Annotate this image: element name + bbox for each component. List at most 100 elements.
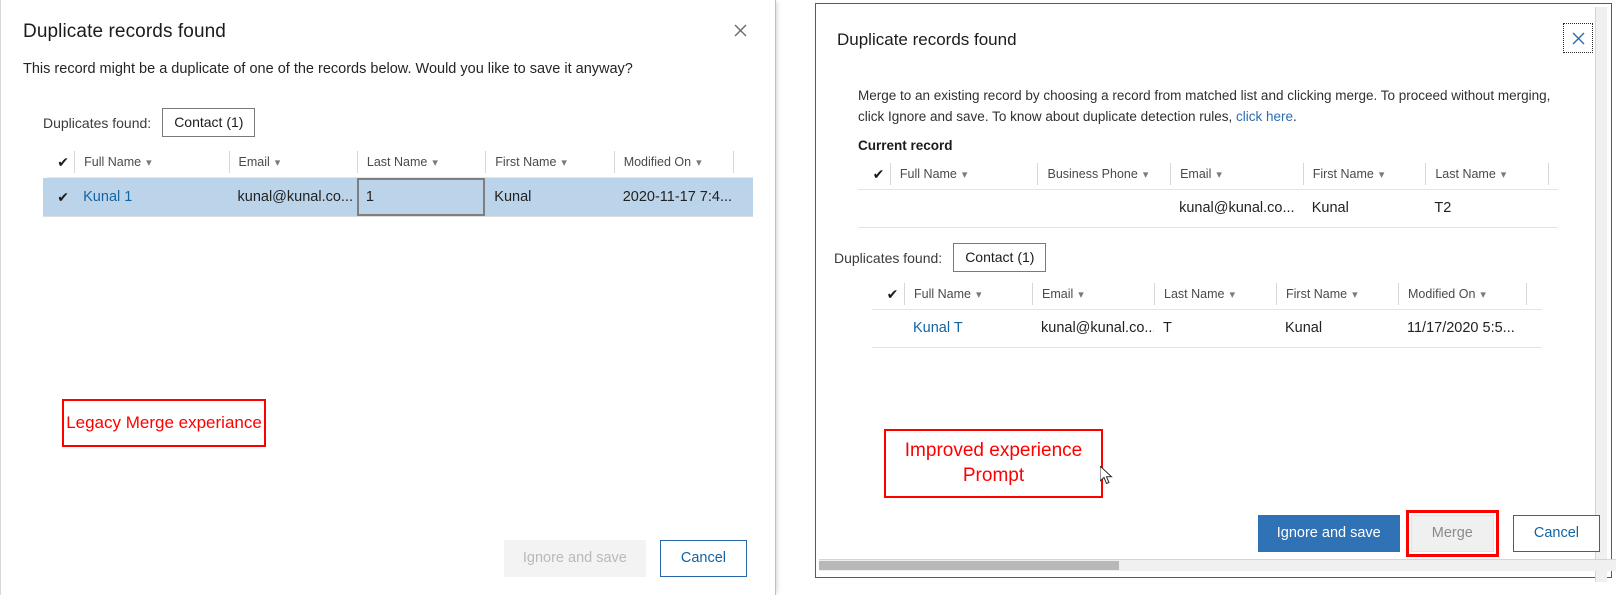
annotation-merge-highlight: Merge [1405, 509, 1499, 557]
dup-cell-modified-on: 11/17/2020 5:5... [1407, 320, 1515, 336]
current-column-business-phone-label: Business Phone [1047, 167, 1138, 181]
legacy-column-modified-on-label: Modified On [623, 155, 692, 169]
current-record-grid: ✔ Full Name ▾ Business Phone ▾ Email ▾ Firs… [858, 159, 1558, 228]
legacy-duplicate-dialog: Duplicate records found This record migh… [0, 0, 776, 595]
horizontal-scrollbar[interactable] [819, 559, 1616, 571]
dup-column-last-name-label: Last Name [1164, 287, 1225, 301]
duplicate-detection-rules-link[interactable]: click here [1236, 109, 1293, 124]
dup-column-first-name[interactable]: First Name ▾ [1276, 283, 1398, 305]
current-grid-header: ✔ Full Name ▾ Business Phone ▾ Email ▾ Firs… [858, 159, 1558, 189]
current-column-full-name[interactable]: Full Name ▾ [889, 163, 1038, 185]
table-row[interactable]: kunal@kunal.co... Kunal T2 [858, 190, 1558, 227]
current-column-email[interactable]: Email ▾ [1170, 163, 1303, 185]
dup-cell-email: kunal@kunal.co... [1041, 320, 1154, 336]
current-column-first-name-label: First Name [1312, 167, 1374, 181]
dup-column-modified-on[interactable]: Modified On ▾ [1398, 283, 1526, 305]
legacy-cell-modified-on: 2020-11-17 7:4... [622, 189, 733, 205]
improved-entity-tab-contact[interactable]: Contact (1) [953, 243, 1047, 272]
current-cell-first-name: Kunal [1311, 200, 1349, 216]
horizontal-scrollbar-thumb[interactable] [819, 561, 1119, 570]
dup-column-email-label: Email [1042, 287, 1074, 301]
legacy-duplicates-bar: Duplicates found: Contact (1) [43, 108, 256, 137]
current-column-first-name[interactable]: First Name ▾ [1302, 163, 1426, 185]
dup-cell-full-name[interactable]: Kunal T [904, 310, 1032, 347]
dup-column-full-name-label: Full Name [914, 287, 971, 301]
chevron-down-icon: ▾ [1500, 169, 1507, 181]
legacy-duplicates-label: Duplicates found: [43, 114, 152, 131]
legacy-column-full-name[interactable]: Full Name ▾ [74, 151, 228, 173]
legacy-column-email[interactable]: Email ▾ [228, 151, 357, 173]
chevron-down-icon: ▾ [696, 157, 702, 169]
close-icon[interactable] [1563, 23, 1593, 53]
improved-description-part2: . [1293, 108, 1297, 124]
improved-dialog-title: Duplicate records found [837, 30, 1017, 49]
table-row[interactable]: ✔ Kunal 1 kunal@kunal.co... 1 Kunal 2020… [43, 178, 753, 216]
improved-duplicates-grid: ✔ Full Name ▾ Email ▾ Last Name ▾ First Nam… [872, 279, 1542, 348]
chevron-down-icon: ▾ [432, 157, 438, 169]
current-cell-email: kunal@kunal.co... [1179, 200, 1295, 216]
dup-grid-bottom-rule [872, 347, 1542, 348]
improved-duplicates-label: Duplicates found: [834, 249, 943, 266]
table-row[interactable]: Kunal T kunal@kunal.co... T Kunal 11/17/… [872, 310, 1542, 347]
current-column-last-name[interactable]: Last Name ▾ [1425, 163, 1548, 185]
dup-column-email[interactable]: Email ▾ [1032, 283, 1154, 305]
legacy-cancel-button[interactable]: Cancel [659, 539, 747, 577]
annotation-legacy-merge: Legacy Merge experiance [62, 399, 266, 447]
legacy-column-last-name[interactable]: Last Name ▾ [356, 151, 485, 173]
dup-column-full-name[interactable]: Full Name ▾ [904, 283, 1032, 305]
dup-row-checkbox[interactable] [872, 310, 904, 347]
chevron-down-icon: ▾ [975, 289, 982, 301]
legacy-dialog-title: Duplicate records found [23, 21, 226, 42]
chevron-down-icon: ▾ [1216, 169, 1222, 181]
dup-select-all-checkbox[interactable]: ✔ [872, 283, 904, 305]
legacy-cell-spacer [733, 178, 753, 216]
dup-cell-last-name: T [1163, 320, 1172, 336]
legacy-column-first-name[interactable]: First Name ▾ [485, 151, 613, 173]
current-grid-bottom-rule [858, 227, 1558, 228]
chevron-down-icon: ▾ [1078, 289, 1084, 301]
legacy-cell-full-name[interactable]: Kunal 1 [74, 178, 228, 216]
legacy-dialog-footer: Ignore and save Cancel [1, 539, 775, 577]
dup-column-first-name-label: First Name [1286, 287, 1348, 301]
current-select-all-checkbox[interactable]: ✔ [858, 163, 890, 185]
dup-cell-spacer [1526, 310, 1536, 347]
legacy-select-all-checkbox[interactable]: ✔ [43, 151, 74, 173]
dup-column-modified-on-label: Modified On [1408, 287, 1476, 301]
improved-ignore-and-save-button[interactable]: Ignore and save [1257, 514, 1400, 552]
legacy-column-modified-on[interactable]: Modified On ▾ [613, 151, 734, 173]
legacy-grid-bottom-rule [43, 216, 753, 217]
improved-duplicates-bar: Duplicates found: Contact (1) [834, 243, 1047, 272]
current-cell-full-name [890, 190, 1038, 227]
legacy-row-checkbox[interactable]: ✔ [43, 178, 74, 216]
improved-merge-button[interactable]: Merge [1410, 514, 1494, 552]
close-icon[interactable] [727, 19, 753, 45]
chevron-down-icon: ▾ [1480, 289, 1486, 301]
chevron-down-icon: ▾ [1352, 289, 1358, 301]
chevron-down-icon: ▾ [1378, 169, 1385, 181]
current-column-business-phone[interactable]: Business Phone ▾ [1037, 163, 1170, 185]
legacy-grid-header: ✔ Full Name ▾ Email ▾ Last Name ▾ First Nam… [43, 147, 753, 177]
improved-cancel-button[interactable]: Cancel [1512, 514, 1600, 552]
chevron-down-icon: ▾ [146, 157, 152, 169]
legacy-column-last-name-label: Last Name [366, 155, 428, 169]
current-cell-last-name: T2 [1434, 200, 1452, 216]
current-column-full-name-label: Full Name [899, 167, 957, 181]
vertical-scrollbar[interactable] [1595, 7, 1607, 582]
legacy-cell-email: kunal@kunal.co... [237, 189, 353, 205]
dup-column-last-name[interactable]: Last Name ▾ [1154, 283, 1276, 305]
chevron-down-icon: ▾ [1142, 169, 1149, 181]
improved-description-part1: Merge to an existing record by choosing … [858, 88, 1551, 124]
chevron-down-icon: ▾ [561, 157, 567, 169]
legacy-cell-first-name: Kunal [494, 189, 532, 205]
legacy-column-full-name-label: Full Name [84, 155, 142, 169]
legacy-ignore-and-save-button[interactable]: Ignore and save [503, 539, 646, 577]
legacy-column-email-label: Email [238, 155, 270, 169]
legacy-cell-last-name[interactable]: 1 [356, 178, 486, 216]
current-column-spacer [1547, 163, 1558, 185]
chevron-down-icon: ▾ [1229, 289, 1235, 301]
current-row-checkbox[interactable] [858, 190, 890, 227]
improved-dialog-description: Merge to an existing record by choosing … [858, 86, 1563, 127]
legacy-duplicates-grid: ✔ Full Name ▾ Email ▾ Last Name ▾ First Nam… [43, 147, 753, 217]
legacy-column-spacer [733, 151, 753, 173]
legacy-entity-tab-contact[interactable]: Contact (1) [162, 108, 256, 137]
